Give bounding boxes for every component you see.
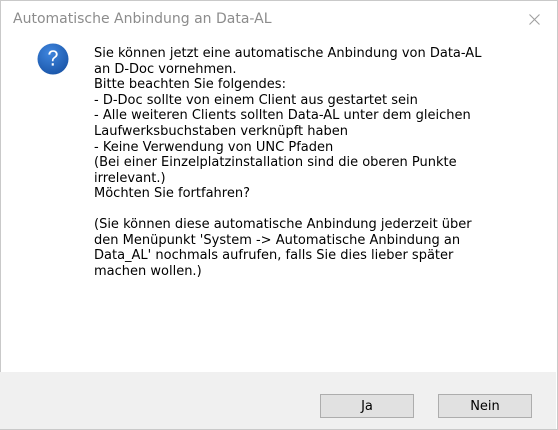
message-body: Sie können jetzt eine automatische Anbin… xyxy=(94,46,534,202)
message-line: (Bei einer Einzelplatzinstallation sind … xyxy=(94,155,457,171)
message-line: - Keine Verwendung von UNC Pfaden xyxy=(94,139,334,155)
note-line: den Menüpunkt 'System -> Automatische An… xyxy=(94,232,461,248)
note-line: Data_AL' nochmals aufrufen, falls Sie di… xyxy=(94,248,454,264)
message-line: Sie können jetzt eine automatische Anbin… xyxy=(94,46,482,61)
message-line: - D-Doc sollte von einem Client aus gest… xyxy=(94,92,418,108)
note-line: machen wollen.) xyxy=(94,263,202,279)
question-icon xyxy=(37,43,69,75)
window-title: Automatische Anbindung an Data-AL xyxy=(13,11,272,27)
message-line: Möchten Sie fortfahren? xyxy=(94,186,250,202)
message-note: (Sie können diese automatische Anbindung… xyxy=(94,217,534,279)
note-line: (Sie können diese automatische Anbindung… xyxy=(94,216,472,232)
message-line: - Alle weiteren Clients sollten Data-AL … xyxy=(94,108,471,124)
dialog-message: Sie können jetzt eine automatische Anbin… xyxy=(94,46,534,279)
title-bar[interactable]: Automatische Anbindung an Data-AL xyxy=(1,1,557,37)
close-button[interactable] xyxy=(511,1,557,37)
no-button[interactable]: Nein xyxy=(438,394,532,418)
message-line: irrelevant.) xyxy=(94,170,166,186)
message-line: Bitte beachten Sie folgendes: xyxy=(94,77,286,93)
close-icon xyxy=(528,13,540,25)
message-line: Laufwerksbuchstaben verknüpft haben xyxy=(94,123,348,139)
message-line: an D-Doc vornehmen. xyxy=(94,61,237,77)
yes-button[interactable]: Ja xyxy=(320,394,414,418)
